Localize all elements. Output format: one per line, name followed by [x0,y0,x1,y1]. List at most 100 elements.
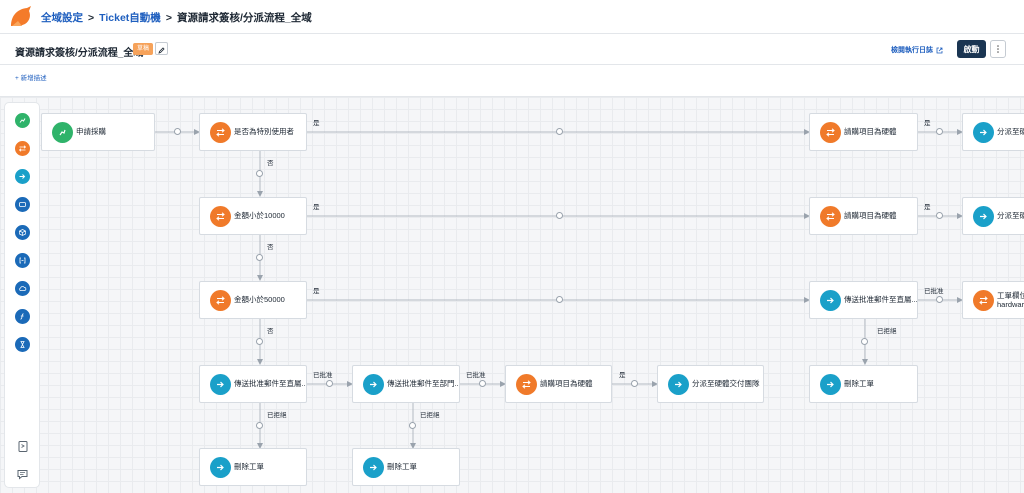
node-label: 刪除工單 [234,462,264,472]
workflow-node-condition[interactable]: 請購項目為硬體 [809,113,918,151]
workflow-node-action[interactable]: 傳送批准郵件至直屬... [199,365,307,403]
workflow-node-condition[interactable]: 請購項目為硬體 [809,197,918,235]
node-label: 請購項目為硬體 [540,379,593,389]
node-label: 傳送批准郵件至部門... [387,379,460,389]
workflow-node-action[interactable]: 刪除工單 [199,448,307,486]
connector-junction[interactable] [556,212,563,219]
node-label: 分派至硬體 [997,211,1024,221]
node-label: 傳送批准郵件至直屬... [844,295,918,305]
connector-junction[interactable] [409,422,416,429]
workflow-node-trigger[interactable]: 申請採購 [41,113,155,151]
condition-icon [210,206,231,227]
more-options-button[interactable] [990,40,1006,58]
add-description-link[interactable]: + 新增描述 [15,72,47,82]
vertical-dots-icon [997,45,999,53]
connector-junction[interactable] [556,128,563,135]
connector-junction[interactable] [861,338,868,345]
action-arrow-icon [363,457,384,478]
node-label: 是否為特別使用者 [234,127,294,137]
node-label: 請購項目為硬體 [844,127,897,137]
workflow-node-action[interactable]: 刪除工單 [352,448,460,486]
page-title: 資源請求簽核/分派流程_全域 [15,48,144,59]
trigger-icon[interactable] [15,113,30,128]
breadcrumb-global-settings[interactable]: 全域設定 [41,10,83,25]
action-arrow-icon [668,374,689,395]
connector-junction[interactable] [174,128,181,135]
edge-label-no: 否 [267,160,274,167]
node-label: 工單欄位,是 hardware [997,291,1024,310]
node-label: 傳送批准郵件至直屬... [234,379,307,389]
start-button[interactable]: 啟動 [957,40,986,58]
cloud-icon[interactable] [15,281,30,296]
node-label: 金額小於10000 [234,211,285,221]
condition-icon [973,290,994,311]
node-label-line: hardware [997,300,1024,309]
condition-icon [210,122,231,143]
connector-junction[interactable] [936,212,943,219]
edge-label-no: 否 [267,244,274,251]
breadcrumb: 全域設定 > Ticket自動機 > 資源請求簽核/分派流程_全域 [41,10,312,25]
workflow-node-condition[interactable]: 金額小於50000 [199,281,307,319]
node-label: 刪除工單 [844,379,874,389]
connector-junction[interactable] [256,254,263,261]
workflow-node-action[interactable]: 刪除工單 [809,365,918,403]
action-arrow-icon [820,374,841,395]
edge-label-approved: 已批准 [924,288,944,295]
workflow-node-action[interactable]: 傳送批准郵件至部門... [352,365,460,403]
action-arrow-icon [973,122,994,143]
action-arrow-icon [820,290,841,311]
connector-junction[interactable] [936,296,943,303]
edge-label-yes: 是 [924,204,931,211]
node-label-line: 工單欄位,是 [997,290,1024,300]
workflow-node-condition[interactable]: 工單欄位,是 hardware [962,281,1024,319]
app-logo-icon[interactable] [8,4,34,30]
edge-label-approved: 已批准 [313,372,333,379]
connector-junction[interactable] [256,170,263,177]
condition-icon[interactable] [15,141,30,156]
chat-icon[interactable] [15,467,30,482]
action-arrow-icon [973,206,994,227]
edge-label-approved: 已批准 [466,372,486,379]
workflow-canvas[interactable]: 是 是 否 是 是 否 是 已批准 否 已拒絕 已批准 已批准 是 已拒絕 已拒… [0,96,1024,493]
workflow-node-condition[interactable]: 請購項目為硬體 [505,365,612,403]
log-link-label: 檢閱執行日誌 [891,47,933,54]
node-palette [4,102,40,488]
edge-label-rejected: 已拒絕 [877,328,897,335]
connector-junction[interactable] [936,128,943,135]
connector-junction[interactable] [556,296,563,303]
function-icon[interactable] [15,309,30,324]
workflow-node-action[interactable]: 分派至硬體 [962,197,1024,235]
workflow-node-action[interactable]: 分派至硬體交付團隊 [657,365,764,403]
edge-label-yes: 是 [313,204,320,211]
node-label: 金額小於50000 [234,295,285,305]
breadcrumb-current: 資源請求簽核/分派流程_全域 [176,12,312,24]
node-label: 分派至硬體交付團隊 [692,379,760,389]
bracket-icon[interactable] [15,253,30,268]
cube-icon[interactable] [15,225,30,240]
workflow-node-action[interactable]: 分派至硬體 [962,113,1024,151]
workflow-node-condition[interactable]: 是否為特別使用者 [199,113,307,151]
connector-junction[interactable] [326,380,333,387]
connector-junction[interactable] [256,338,263,345]
condition-icon [210,290,231,311]
breadcrumb-ticket-automation[interactable]: Ticket自動機 [99,10,161,25]
connector-junction[interactable] [631,380,638,387]
action-arrow-icon[interactable] [15,169,30,184]
ticket-icon[interactable] [15,197,30,212]
connector-junction[interactable] [479,380,486,387]
connector-junction[interactable] [256,422,263,429]
node-label: 申請採購 [76,127,106,137]
workflow-node-action[interactable]: 傳送批准郵件至直屬... [809,281,918,319]
edit-title-button[interactable] [155,42,168,55]
trigger-icon [52,122,73,143]
condition-icon [820,206,841,227]
node-label: 分派至硬體 [997,127,1024,137]
edge-label-rejected: 已拒絕 [267,412,287,419]
edge-label-no: 否 [267,328,274,335]
breadcrumb-separator: > [88,11,95,24]
view-execution-log-link[interactable]: 檢閱執行日誌 [891,45,943,55]
pencil-icon [158,47,165,54]
book-icon[interactable] [15,439,30,454]
workflow-node-condition[interactable]: 金額小於10000 [199,197,307,235]
hourglass-icon[interactable] [15,337,30,352]
